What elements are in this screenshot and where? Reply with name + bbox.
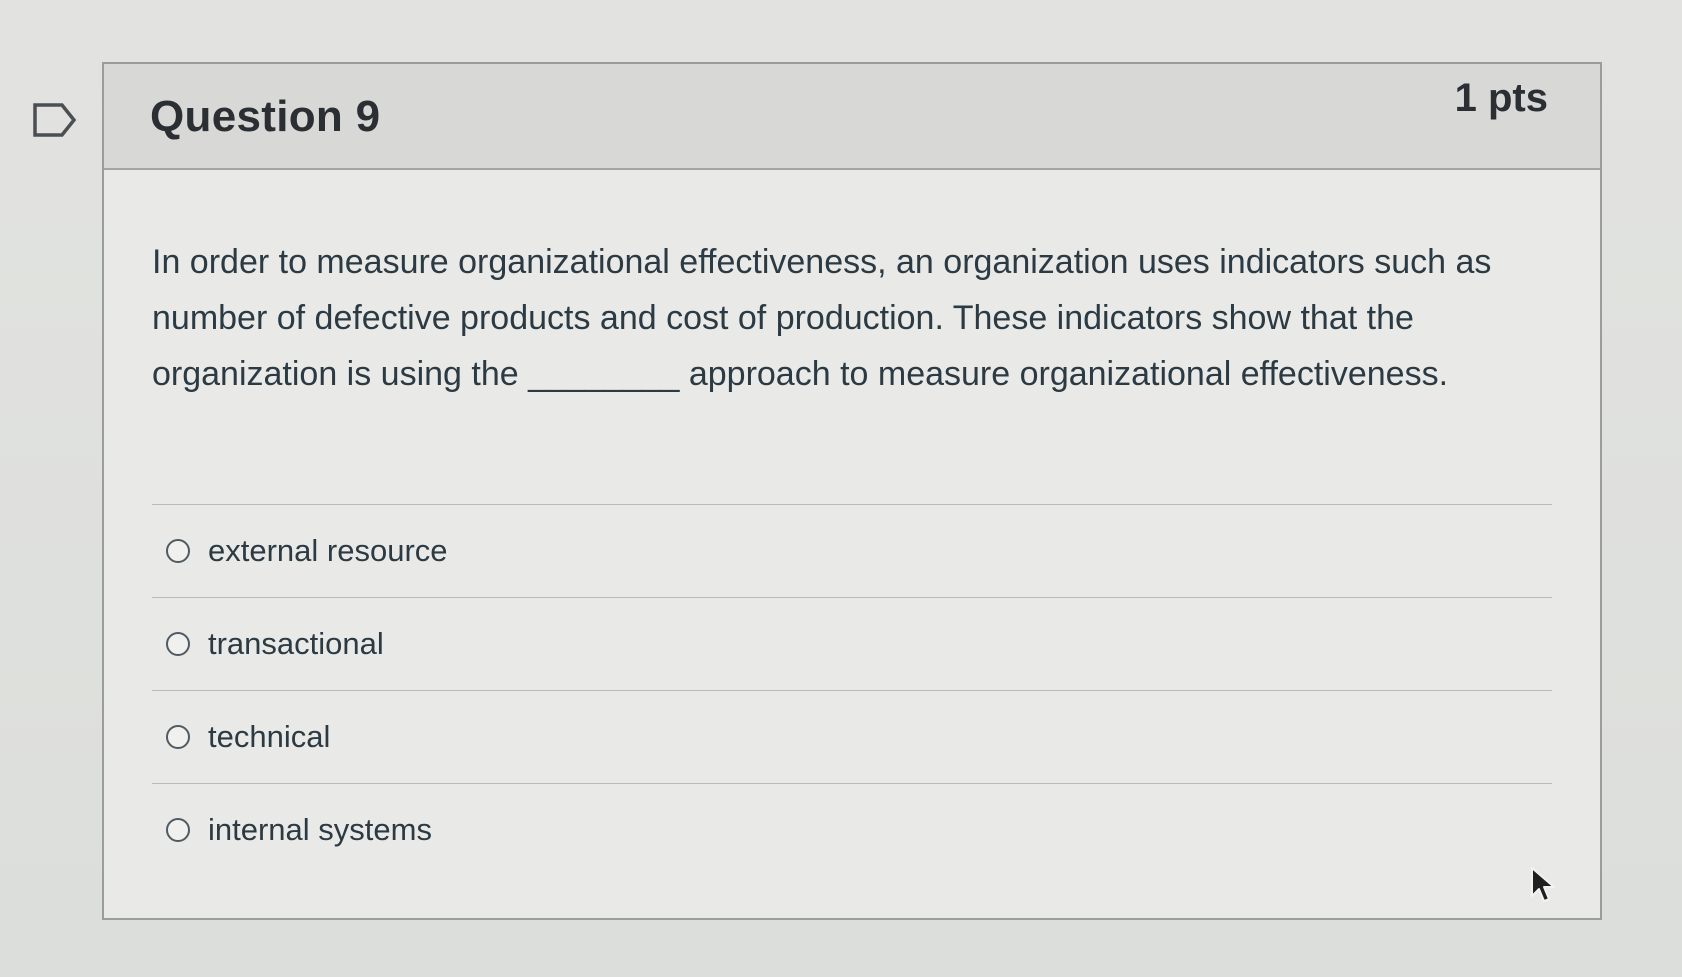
radio-button[interactable] xyxy=(166,818,190,842)
question-card: Question 9 1 pts In order to measure org… xyxy=(102,62,1602,920)
answer-label[interactable]: transactional xyxy=(208,626,384,662)
radio-button[interactable] xyxy=(166,725,190,749)
answer-list: external resource transactional technica… xyxy=(152,504,1552,876)
answer-option[interactable]: external resource xyxy=(152,504,1552,597)
answer-label[interactable]: external resource xyxy=(208,533,448,569)
answer-label[interactable]: internal systems xyxy=(208,812,432,848)
radio-button[interactable] xyxy=(166,632,190,656)
question-title: Question 9 xyxy=(150,92,381,141)
quiz-page: Question 9 1 pts In order to measure org… xyxy=(0,0,1682,977)
question-header: Question 9 1 pts xyxy=(104,64,1600,170)
answer-option[interactable]: technical xyxy=(152,690,1552,783)
answer-option[interactable]: internal systems xyxy=(152,783,1552,876)
radio-button[interactable] xyxy=(166,539,190,563)
mouse-pointer-icon xyxy=(1531,867,1555,902)
answer-option[interactable]: transactional xyxy=(152,597,1552,690)
question-text: In order to measure organizational effec… xyxy=(152,243,1492,393)
question-points: 1 pts xyxy=(1454,76,1548,120)
answer-label[interactable]: technical xyxy=(208,719,330,755)
flag-question-icon[interactable] xyxy=(32,102,78,138)
